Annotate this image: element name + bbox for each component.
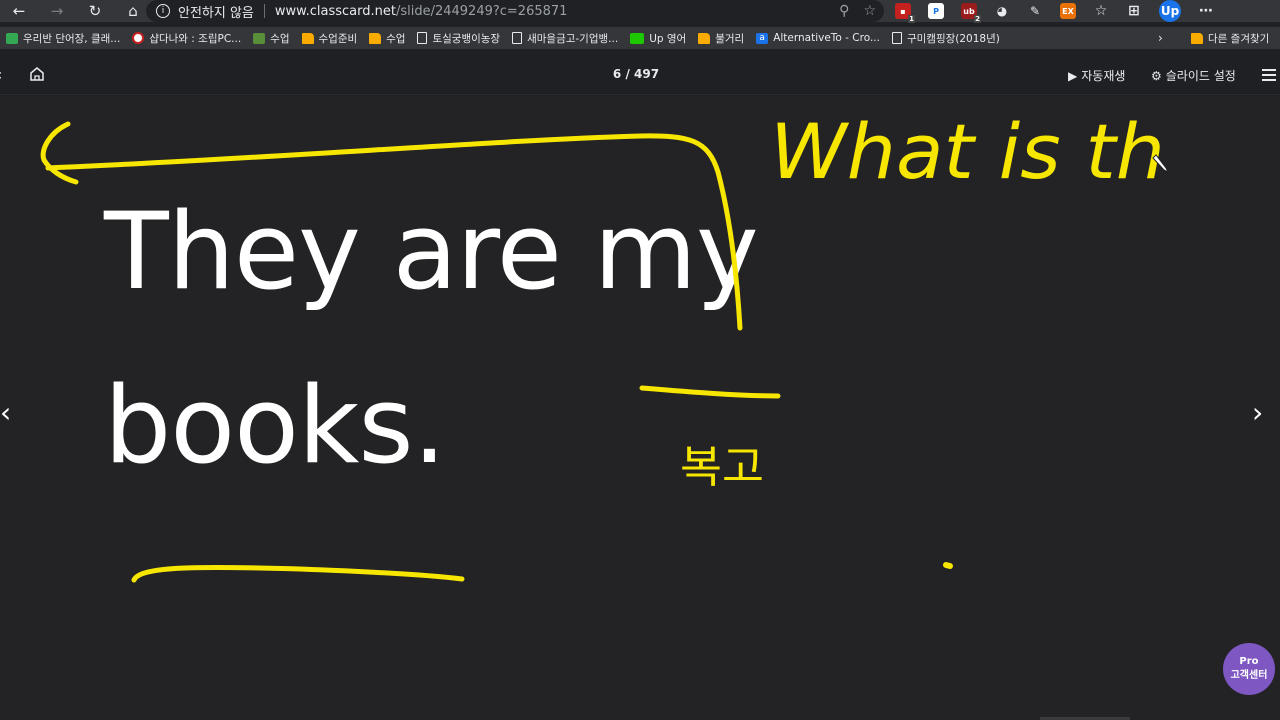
extension-badge: 2 (974, 15, 981, 23)
previous-slide-chevron-icon[interactable]: ‹ (0, 396, 11, 429)
url-host: www.classcard.net (274, 3, 396, 19)
bookmark-label: Up 영어 (649, 32, 687, 45)
more-menu-icon[interactable]: ⋯ (1198, 3, 1214, 19)
bookmark-item[interactable]: 샵다나와 : 조립PC... (126, 27, 247, 49)
bookmark-item[interactable]: 우리반 단어장, 클래... (0, 27, 126, 49)
extension-pen-icon[interactable]: ✎ (1027, 3, 1043, 19)
slide-settings-button[interactable]: ⚙ 슬라이드 설정 (1151, 67, 1236, 84)
bookmark-item[interactable]: Up 영어 (624, 27, 692, 49)
bookmark-label: 수업 (386, 32, 406, 45)
slide-sentence: They are my books. (104, 165, 864, 513)
green-app-icon (6, 32, 18, 44)
gear-icon: ⚙ (1151, 68, 1162, 83)
bookmark-item[interactable]: 구미캠핑장(2018년) (886, 27, 1006, 49)
security-label: 안전하지 않음 (178, 5, 254, 21)
image-icon (253, 32, 266, 44)
folder-icon (1191, 32, 1203, 44)
forward-icon[interactable]: → (38, 0, 76, 22)
back-icon[interactable]: ← (0, 0, 38, 22)
bookmark-star-icon[interactable]: ☆ (863, 3, 876, 19)
extensions-bar: ▪ 1 P ub 2 ◕ ✎ EX ☆ ⊞ Up ⋯ (895, 0, 1214, 23)
reload-icon[interactable]: ↻ (76, 0, 114, 22)
extension-badge: 1 (908, 15, 915, 23)
extension-drop-icon[interactable]: ◕ (994, 3, 1010, 19)
bookmarks-overflow-chevron-icon[interactable]: › (1158, 27, 1163, 49)
bookmark-label: 다른 즐겨찾기 (1208, 32, 1270, 45)
folder-icon (369, 32, 382, 44)
slide-toolbar: ‹ 6 / 497 ▶ 자동재생 ⚙ 슬라이드 설정 (0, 55, 1280, 95)
folder-icon (698, 32, 711, 44)
customer-center-button[interactable]: Pro 고객센터 (1223, 643, 1275, 695)
line-icon (630, 32, 645, 44)
bookmark-item[interactable]: 불거리 (692, 27, 750, 49)
next-slide-chevron-icon[interactable]: › (1252, 396, 1263, 429)
slide-line-2: books. (104, 364, 446, 487)
autoplay-button[interactable]: ▶ 자동재생 (1068, 67, 1125, 84)
profile-avatar[interactable]: Up (1159, 0, 1181, 22)
bookmark-label: 새마을금고-기업뱅... (527, 32, 619, 45)
page-icon (891, 32, 902, 44)
bookmark-item[interactable]: 수업 (247, 27, 295, 49)
bookmark-label: AlternativeTo - Cro... (773, 32, 880, 44)
collections-icon[interactable]: ⊞ (1126, 3, 1142, 19)
extension-ub-icon[interactable]: ub 2 (961, 3, 981, 23)
address-bar[interactable]: i 안전하지 않음 www.classcard.net/slide/244924… (146, 0, 884, 22)
folder-icon (301, 32, 314, 44)
extension-p-icon[interactable]: P (928, 3, 944, 19)
slide-settings-label: 슬라이드 설정 (1165, 69, 1236, 83)
page-icon (512, 32, 523, 44)
extension-orange-icon[interactable]: EX (1060, 3, 1076, 19)
pro-label: Pro (1239, 656, 1259, 667)
bookmark-label: 우리반 단어장, 클래... (23, 32, 121, 45)
bookmark-item[interactable]: 토실궁뱅이농장 (411, 27, 506, 49)
bookmark-item[interactable]: a AlternativeTo - Cro... (750, 27, 886, 49)
extension-red-icon[interactable]: ▪ 1 (895, 3, 915, 23)
info-icon[interactable]: i (156, 4, 170, 18)
bookmark-item[interactable]: 새마을금고-기업뱅... (506, 27, 624, 49)
page-icon (417, 32, 428, 44)
bookmarks-bar: 우리반 단어장, 클래... 샵다나와 : 조립PC... 수업 수업준비 수업… (0, 27, 1280, 49)
reading-list-icon[interactable]: ☆ (1093, 3, 1109, 19)
autoplay-label: 자동재생 (1081, 69, 1126, 83)
bookmark-label: 구미캠핑장(2018년) (906, 32, 1000, 45)
danawa-icon (132, 32, 145, 44)
browser-toolbar: ← → ↻ ⌂ i 안전하지 않음 www.classcard.net/slid… (0, 0, 1280, 23)
bookmark-item[interactable]: 수업 (363, 27, 411, 49)
url-path: /slide/2449249?c=265871 (395, 3, 568, 19)
bookmark-label: 불거리 (715, 32, 745, 45)
alternativeto-icon: a (756, 32, 769, 44)
customer-center-label: 고객센터 (1230, 670, 1268, 681)
menu-icon[interactable] (1262, 69, 1276, 81)
slide-line-1: They are my (104, 190, 759, 313)
bookmark-item[interactable]: 수업준비 (296, 27, 364, 49)
bookmark-label: 토실궁뱅이농장 (432, 32, 501, 45)
omnibox-divider (263, 4, 265, 18)
bookmark-label: 샵다나와 : 조립PC... (149, 32, 242, 45)
other-bookmarks[interactable]: 다른 즐겨찾기 (1185, 27, 1278, 49)
play-icon: ▶ (1068, 68, 1078, 83)
bookmark-label: 수업 (270, 32, 290, 45)
bookmark-label: 수업준비 (318, 32, 358, 45)
zoom-icon[interactable]: ⚲ (839, 3, 849, 19)
